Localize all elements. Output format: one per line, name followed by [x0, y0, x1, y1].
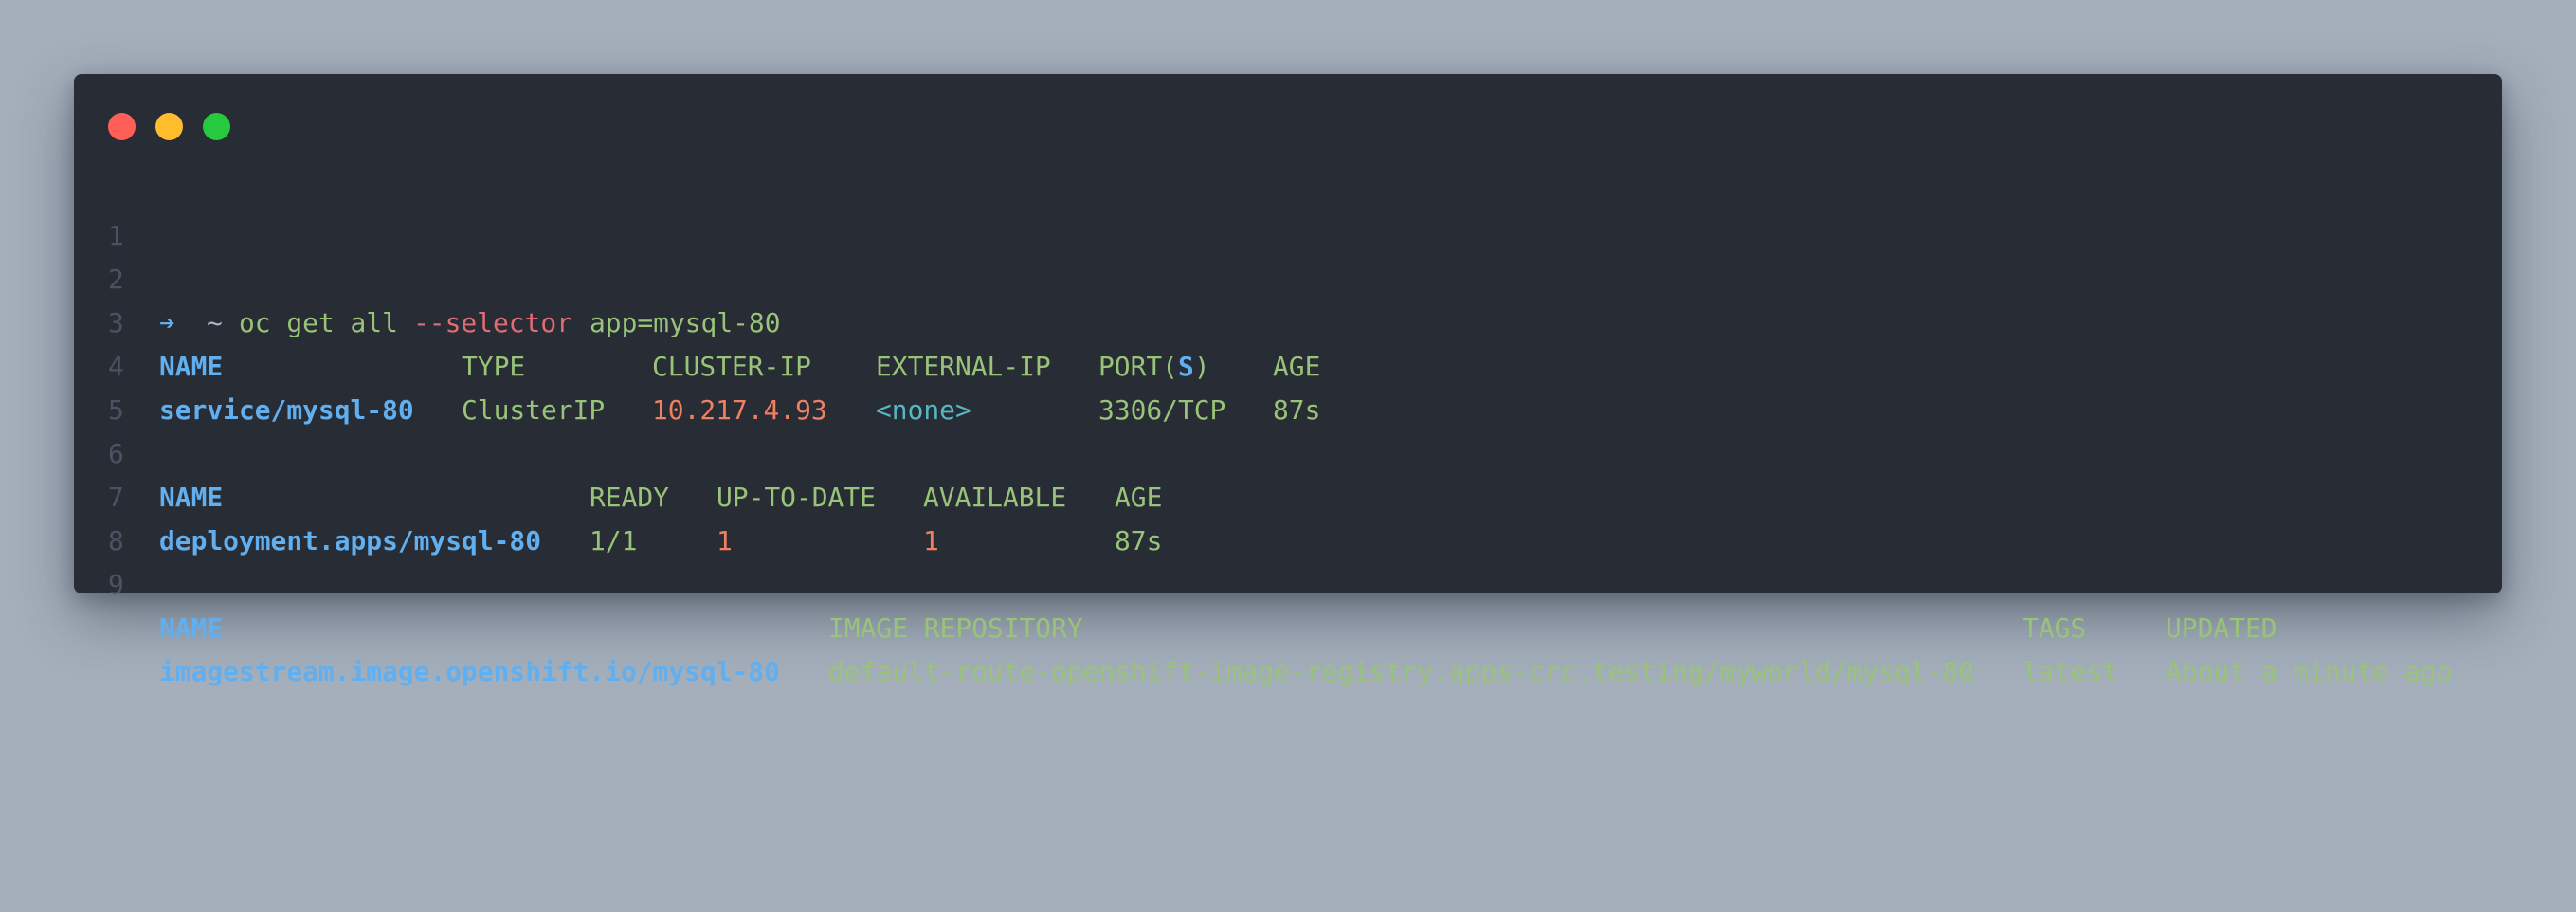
- service-age: 87s: [1273, 394, 1321, 426]
- header-port: PORT(S): [1098, 351, 1210, 382]
- line-number: 7: [108, 482, 124, 513]
- line-number: 8: [108, 525, 124, 556]
- deployment-age: 87s: [1115, 525, 1163, 556]
- line-number: 1: [108, 220, 124, 251]
- terminal-line: 2 NAME TYPE CLUSTER-IP EXTERNAL-IP PORT(…: [0, 214, 1320, 382]
- line-number: 5: [108, 394, 124, 426]
- header-type: TYPE: [462, 351, 526, 382]
- minimize-button[interactable]: [155, 113, 183, 140]
- deployment-name: deployment.apps/mysql-80: [159, 525, 541, 556]
- deployment-available: 1: [923, 525, 939, 556]
- service-external-ip: <none>: [876, 394, 971, 426]
- terminal-line: 7: [0, 432, 124, 513]
- line-number: 9: [108, 569, 124, 600]
- line-number: 4: [108, 351, 124, 382]
- header-age: AGE: [1273, 351, 1321, 382]
- maximize-button[interactable]: [203, 113, 230, 140]
- header-age: AGE: [1115, 482, 1163, 513]
- deployment-ready: 1/1: [590, 525, 638, 556]
- header-name: NAME: [159, 612, 224, 644]
- header-ready: READY: [590, 482, 669, 513]
- command-text: oc get all: [239, 307, 398, 338]
- service-name: service/mysql-80: [159, 394, 414, 426]
- imagestream-updated: About a minute ago: [2166, 656, 2453, 687]
- terminal-line: 1 ➔ ~ oc get all --selector app=mysql-80: [0, 171, 781, 338]
- terminal-line: 3 service/mysql-80 ClusterIP 10.217.4.93…: [0, 258, 1320, 426]
- prompt-tilde: ~: [207, 307, 223, 338]
- terminal-line: 9 imagestream.image.openshift.io/mysql-8…: [0, 520, 2452, 687]
- command-flag: --selector: [413, 307, 572, 338]
- header-available: AVAILABLE: [923, 482, 1067, 513]
- terminal-line: 4: [0, 301, 124, 382]
- terminal-line: 5 NAME READY UP-TO-DATE AVAILABLE AGE: [0, 345, 1162, 513]
- header-up-to-date: UP-TO-DATE: [717, 482, 876, 513]
- header-tags: TAGS: [2023, 612, 2087, 644]
- terminal-line: 8 NAME IMAGE REPOSITORY TAGS UPDATED: [0, 476, 2277, 644]
- imagestream-name: imagestream.image.openshift.io/mysql-80: [159, 656, 780, 687]
- line-number: 2: [108, 264, 124, 295]
- command-argument: app=mysql-80: [590, 307, 781, 338]
- header-name: NAME: [159, 351, 224, 382]
- header-external-ip: EXTERNAL-IP: [876, 351, 1051, 382]
- line-number: 3: [108, 307, 124, 338]
- imagestream-repository: default-route-openshift-image-registry.a…: [828, 656, 1974, 687]
- imagestream-tags: latest: [2023, 656, 2118, 687]
- close-button[interactable]: [108, 113, 136, 140]
- header-updated: UPDATED: [2166, 612, 2277, 644]
- service-type: ClusterIP: [462, 394, 606, 426]
- window-controls: [108, 113, 230, 140]
- service-cluster-ip: 10.217.4.93: [652, 394, 827, 426]
- service-port: 3306/TCP: [1098, 394, 1226, 426]
- header-cluster-ip: CLUSTER-IP: [652, 351, 811, 382]
- header-image-repository: IMAGE REPOSITORY: [828, 612, 1083, 644]
- line-number: 6: [108, 438, 124, 469]
- header-name: NAME: [159, 482, 224, 513]
- terminal-line: 6 deployment.apps/mysql-80 1/1 1 1 87s: [0, 389, 1162, 556]
- prompt-arrow-icon: ➔: [159, 307, 175, 338]
- deployment-up-to-date: 1: [717, 525, 733, 556]
